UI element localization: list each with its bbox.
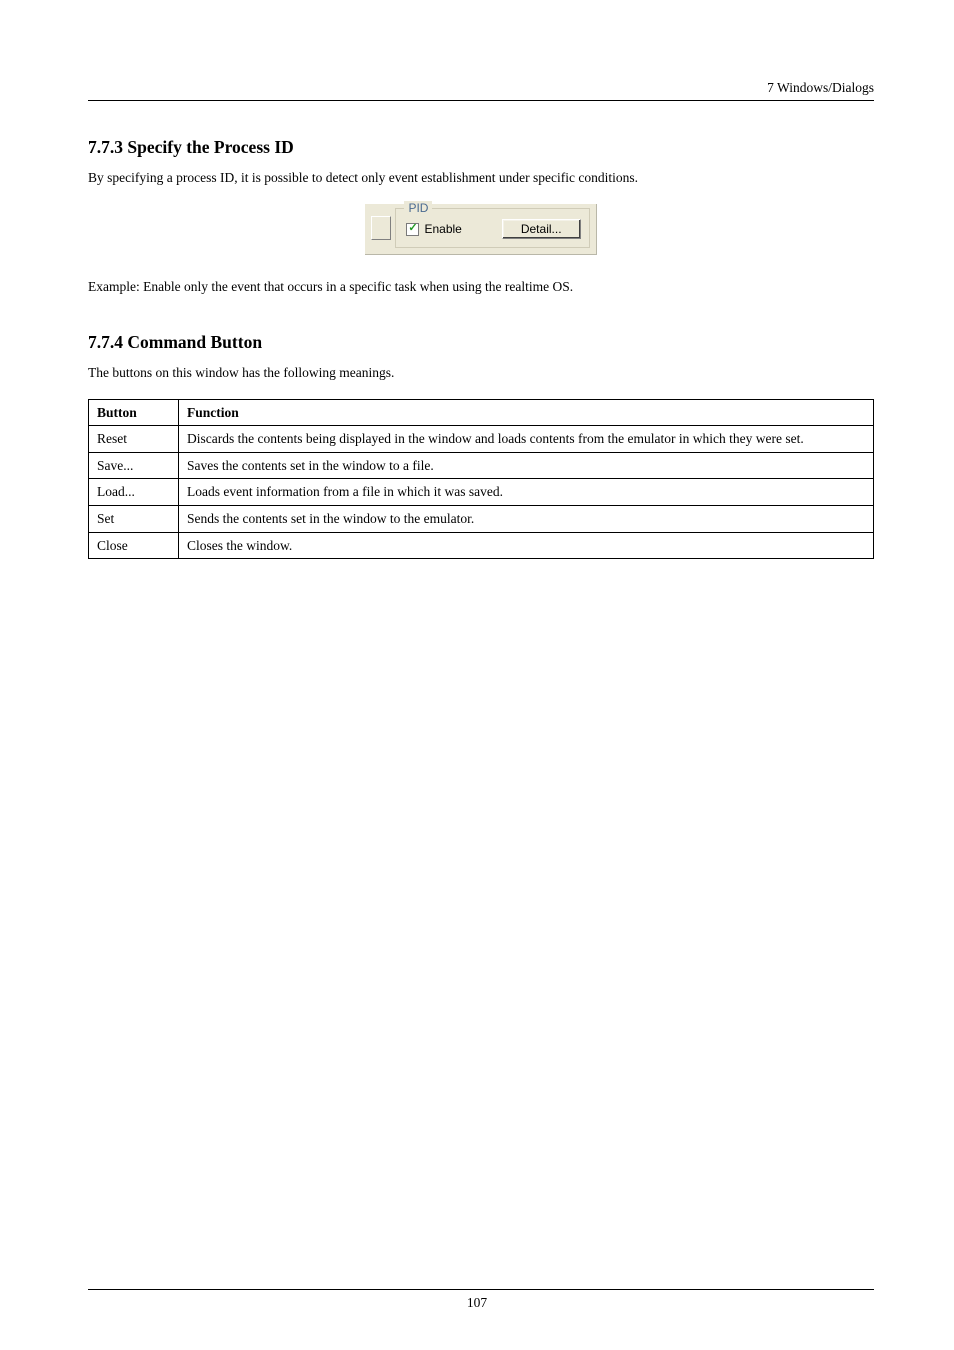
table-row: Close Closes the window.: [89, 532, 874, 559]
table-cell-function: Loads event information from a file in w…: [179, 479, 874, 506]
enable-checkbox[interactable]: [406, 223, 419, 236]
page-number: 107: [467, 1295, 487, 1310]
table-cell-function: Closes the window.: [179, 532, 874, 559]
section-7-7-3-intro: By specifying a process ID, it is possib…: [88, 168, 874, 188]
table-cell-function: Discards the contents being displayed in…: [179, 426, 874, 453]
table-cell-button: Set: [89, 506, 179, 533]
pid-gui-figure: PID Enable Detail...: [88, 204, 874, 255]
table-header-function: Function: [179, 399, 874, 426]
footer-rule: [88, 1289, 874, 1290]
table-cell-function: Sends the contents set in the window to …: [179, 506, 874, 533]
table-cell-function: Saves the contents set in the window to …: [179, 452, 874, 479]
command-button-table: Button Function Reset Discards the conte…: [88, 399, 874, 559]
section-heading-7-7-4: 7.7.4 Command Button: [88, 332, 874, 353]
section-heading-7-7-3: 7.7.3 Specify the Process ID: [88, 137, 874, 158]
gui-panel: PID Enable Detail...: [365, 204, 596, 255]
detail-button[interactable]: Detail...: [502, 219, 581, 239]
gui-left-button-fragment[interactable]: [371, 216, 391, 240]
enable-checkbox-label: Enable: [424, 222, 461, 236]
table-row: Set Sends the contents set in the window…: [89, 506, 874, 533]
page-footer: 107: [0, 1289, 954, 1312]
section-7-7-3-example: Example: Enable only the event that occu…: [88, 277, 874, 297]
table-cell-button: Reset: [89, 426, 179, 453]
table-header-button: Button: [89, 399, 179, 426]
table-row: Load... Loads event information from a f…: [89, 479, 874, 506]
table-cell-button: Close: [89, 532, 179, 559]
table-cell-button: Load...: [89, 479, 179, 506]
section-7-7-4-intro: The buttons on this window has the follo…: [88, 363, 874, 383]
table-row: Save... Saves the contents set in the wi…: [89, 452, 874, 479]
table-cell-button: Save...: [89, 452, 179, 479]
header-rule: [88, 100, 874, 101]
table-header-row: Button Function: [89, 399, 874, 426]
header-chapter: 7 Windows/Dialogs: [88, 80, 874, 100]
pid-groupbox: PID Enable Detail...: [395, 208, 589, 248]
table-row: Reset Discards the contents being displa…: [89, 426, 874, 453]
pid-groupbox-legend: PID: [404, 201, 432, 215]
